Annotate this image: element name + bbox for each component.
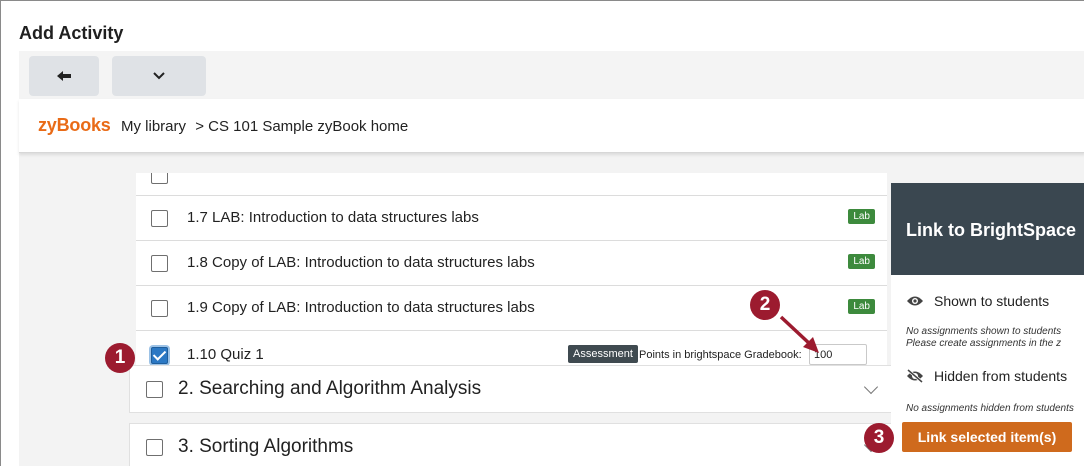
hidden-label: Hidden from students xyxy=(934,368,1068,384)
lab-badge: Lab xyxy=(848,254,875,269)
chapter-row: 2. Searching and Algorithm Analysis xyxy=(129,365,899,413)
section-checkbox-checked[interactable] xyxy=(151,347,168,364)
breadcrumb-book-home[interactable]: CS 101 Sample zyBook home xyxy=(208,118,408,135)
section-checkbox[interactable] xyxy=(151,300,168,317)
section-row-partial xyxy=(136,173,887,196)
shown-note: Please create assignments in the z xyxy=(906,338,1062,349)
shown-to-students-heading: Shown to students xyxy=(906,293,1049,309)
section-checkbox[interactable] xyxy=(151,210,168,227)
callout-2: 2 xyxy=(750,290,780,320)
callout-1: 1 xyxy=(105,343,135,373)
back-button[interactable] xyxy=(29,56,99,96)
section-row: 1.7 LAB: Introduction to data structures… xyxy=(136,196,887,241)
zybooks-logo[interactable]: zyBooks xyxy=(38,115,111,136)
chapter-row: 3. Sorting Algorithms xyxy=(129,423,899,466)
menu-dropdown-button[interactable] xyxy=(112,56,206,96)
section-checkbox[interactable] xyxy=(151,173,168,184)
callout-3: 3 xyxy=(864,423,894,453)
section-label[interactable]: 1.10 Quiz 1 xyxy=(187,346,264,363)
shown-label: Shown to students xyxy=(934,293,1050,309)
arrow-left-icon xyxy=(57,71,71,81)
eye-slash-icon xyxy=(907,369,923,383)
shown-note: No assignments shown to students xyxy=(906,326,1062,337)
chapter-checkbox[interactable] xyxy=(146,381,163,398)
breadcrumb-my-library[interactable]: My library xyxy=(121,118,186,135)
section-checkbox[interactable] xyxy=(151,255,168,272)
section-label[interactable]: 1.8 Copy of LAB: Introduction to data st… xyxy=(187,254,535,271)
side-panel-title: Link to BrightSpace xyxy=(906,220,1077,240)
callout-arrow xyxy=(779,315,819,353)
lab-badge: Lab xyxy=(848,209,875,224)
breadcrumb: My library > CS 101 Sample zyBook home xyxy=(121,118,408,135)
hidden-note: No assignments hidden from students xyxy=(906,403,1074,414)
chapter-checkbox[interactable] xyxy=(146,439,163,456)
dialog-frame: Add Activity zyBooks My library > CS 101… xyxy=(0,0,1084,466)
chapter-label[interactable]: 3. Sorting Algorithms xyxy=(178,436,353,458)
section-label[interactable]: 1.9 Copy of LAB: Introduction to data st… xyxy=(187,299,535,316)
breadcrumb-bar: zyBooks My library > CS 101 Sample zyBoo… xyxy=(19,99,1084,153)
section-label[interactable]: 1.7 LAB: Introduction to data structures… xyxy=(187,209,479,226)
main-content: 1.7 LAB: Introduction to data structures… xyxy=(19,153,1084,466)
hidden-from-students-heading: Hidden from students xyxy=(906,368,1067,384)
lab-badge: Lab xyxy=(848,299,875,314)
link-selected-items-button[interactable]: Link selected item(s) xyxy=(902,422,1072,452)
chapter-label[interactable]: 2. Searching and Algorithm Analysis xyxy=(178,378,481,400)
toolbar xyxy=(19,51,1084,99)
assessment-badge: Assessment xyxy=(568,345,638,363)
eye-icon xyxy=(907,296,923,306)
side-panel-header: Link to BrightSpace xyxy=(891,183,1084,275)
dialog-title: Add Activity xyxy=(19,23,124,43)
chevron-down-icon[interactable] xyxy=(863,379,879,395)
breadcrumb-separator: > xyxy=(195,118,204,135)
chevron-down-icon xyxy=(153,72,165,80)
section-row: 1.8 Copy of LAB: Introduction to data st… xyxy=(136,241,887,286)
points-label: Points in brightspace Gradebook: xyxy=(639,349,802,361)
section-list: 1.7 LAB: Introduction to data structures… xyxy=(136,173,887,383)
